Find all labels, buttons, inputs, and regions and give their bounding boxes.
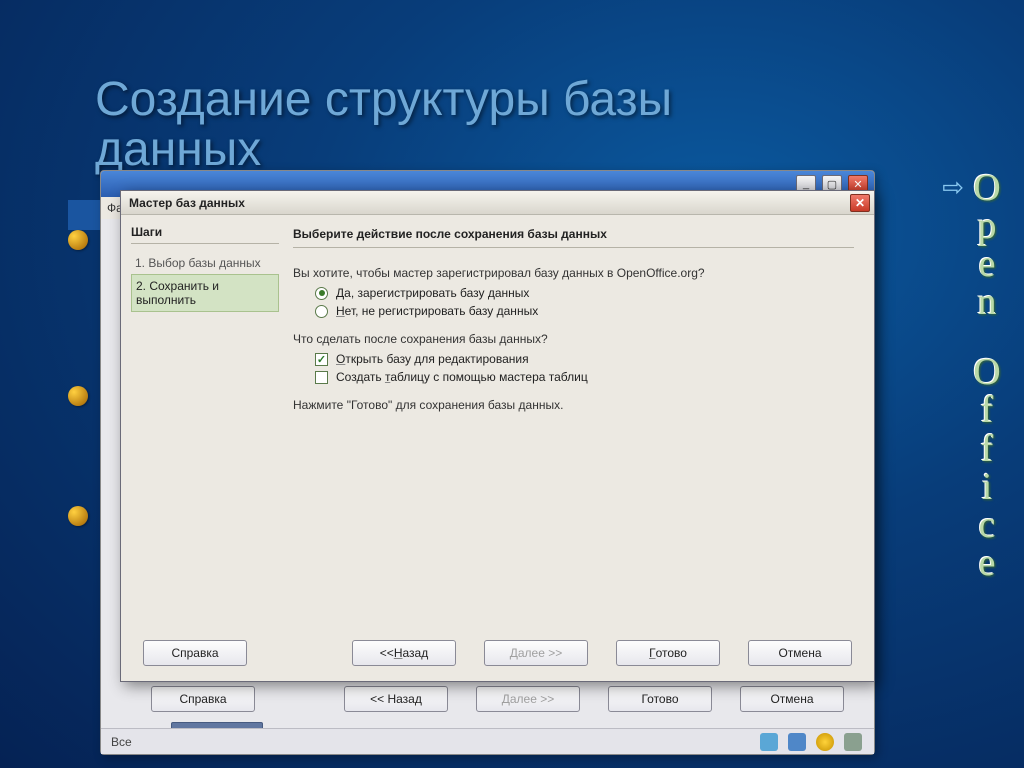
brand-letter: f	[968, 392, 1006, 428]
bullet-icon	[68, 506, 88, 526]
checkbox-open-edit[interactable]: ✓ Открыть базу для редактирования	[315, 352, 854, 366]
status-icon	[844, 733, 862, 751]
arrow-icon: ⇨	[942, 172, 964, 203]
wizard-step-2[interactable]: 2. Сохранить и выполнить	[131, 274, 279, 312]
radio-label: Да, зарегистрировать базу данных	[336, 286, 529, 300]
bullet-icon	[68, 230, 88, 250]
checkbox-label: Создать таблицу с помощью мастера таблиц	[336, 370, 588, 384]
brand-letter: e	[968, 545, 1006, 581]
bg-button-row: Справка << Назад Далее >> Готово Отмена	[151, 686, 844, 712]
bg-next-button: Далее >>	[476, 686, 580, 712]
slide-title: Создание структуры базы данных	[95, 75, 815, 176]
status-icon	[760, 733, 778, 751]
brand-letter: O	[968, 170, 1006, 206]
bg-back-button[interactable]: << Назад	[344, 686, 448, 712]
question-register: Вы хотите, чтобы мастер зарегистрировал …	[293, 266, 854, 280]
bg-finish-button[interactable]: Готово	[608, 686, 712, 712]
radio-icon	[315, 287, 328, 300]
radio-register-yes[interactable]: Да, зарегистрировать базу данных	[315, 286, 854, 300]
bullet-icon	[68, 386, 88, 406]
radio-icon	[315, 305, 328, 318]
status-icon	[816, 733, 834, 751]
wizard-footer: Справка << Назад Далее >> Готово Отмена	[121, 625, 874, 681]
brand-letter: i	[968, 469, 1006, 505]
close-button[interactable]: ✕	[850, 194, 870, 212]
status-icon	[788, 733, 806, 751]
radio-register-no[interactable]: Нет, не регистрировать базу данных	[315, 304, 854, 318]
bg-cancel-button[interactable]: Отмена	[740, 686, 844, 712]
steps-header: Шаги	[131, 225, 279, 244]
side-brand: O p e n O f f i c e	[968, 170, 1006, 581]
wizard-steps-panel: Шаги 1. Выбор базы данных 2. Сохранить и…	[121, 215, 285, 625]
question-after-save: Что сделать после сохранения базы данных…	[293, 332, 854, 346]
checkbox-icon	[315, 371, 328, 384]
wizard-content: Выберите действие после сохранения базы …	[285, 215, 874, 625]
bg-statusbar: Все	[101, 728, 874, 754]
checkbox-icon: ✓	[315, 353, 328, 366]
back-button[interactable]: << Назад	[352, 640, 456, 666]
status-text: Все	[111, 735, 132, 749]
brand-letter: O	[968, 354, 1006, 390]
checkbox-create-table[interactable]: Создать таблицу с помощью мастера таблиц	[315, 370, 854, 384]
bg-help-button[interactable]: Справка	[151, 686, 255, 712]
wizard-step-1[interactable]: 1. Выбор базы данных	[131, 252, 279, 274]
brand-letter: p	[968, 208, 1006, 244]
radio-label: Нет, не регистрировать базу данных	[336, 304, 538, 318]
wizard-titlebar: Мастер баз данных ✕	[121, 191, 874, 215]
finish-button[interactable]: Готово	[616, 640, 720, 666]
checkbox-label: Открыть базу для редактирования	[336, 352, 529, 366]
finish-hint: Нажмите "Готово" для сохранения базы дан…	[293, 398, 854, 412]
wizard-dialog: Мастер баз данных ✕ Шаги 1. Выбор базы д…	[120, 190, 875, 682]
brand-letter: e	[968, 246, 1006, 282]
content-header: Выберите действие после сохранения базы …	[293, 225, 854, 248]
brand-letter: f	[968, 431, 1006, 467]
help-button[interactable]: Справка	[143, 640, 247, 666]
brand-letter: c	[968, 507, 1006, 543]
wizard-title: Мастер баз данных	[129, 196, 245, 210]
brand-letter: n	[968, 284, 1006, 320]
cancel-button[interactable]: Отмена	[748, 640, 852, 666]
next-button: Далее >>	[484, 640, 588, 666]
